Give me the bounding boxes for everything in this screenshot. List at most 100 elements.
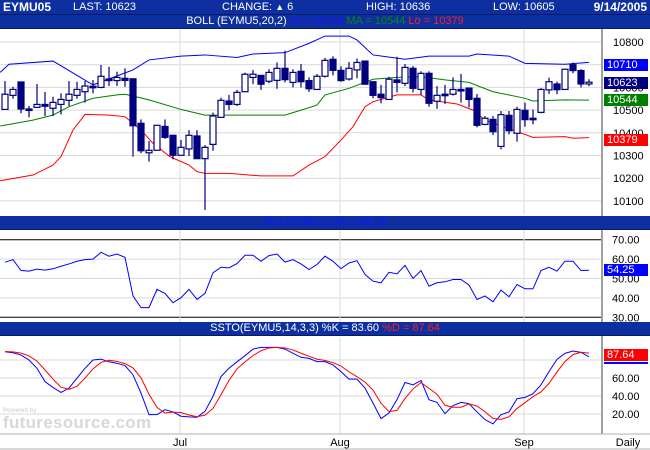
candle-up xyxy=(345,67,353,80)
candle-down xyxy=(369,81,377,96)
candle-up xyxy=(201,146,209,160)
candle-down xyxy=(425,72,433,104)
candle-down xyxy=(257,74,265,85)
candle-up xyxy=(177,146,185,156)
high-price: HIGH: 10636 xyxy=(366,1,431,13)
price-tick-label: 10100 xyxy=(613,196,644,208)
boll-hi: Hi = 10710 xyxy=(289,15,344,27)
candle-up xyxy=(513,108,521,134)
candle-up xyxy=(73,88,81,96)
price-tick-label: 10300 xyxy=(613,151,644,163)
candle-down xyxy=(193,135,201,160)
candle-up xyxy=(481,117,489,126)
candle-down xyxy=(409,67,417,89)
candle-down xyxy=(225,100,233,106)
candle-down xyxy=(169,134,177,156)
candle-up xyxy=(65,93,73,101)
quote-header: EYMU05 LAST: 10623 CHANGE: ▲ 6 HIGH: 106… xyxy=(0,0,650,15)
symbol: EYMU05 xyxy=(3,0,52,14)
candle-up xyxy=(33,103,41,108)
ssto-title-bar: SSTO(EYMU5,14,3,3) %K = 83.60 %D = 87.64 xyxy=(0,322,650,336)
candle-up xyxy=(113,76,121,82)
badge-last: 10623 xyxy=(604,77,648,89)
ssto-tick-label: 40.00 xyxy=(612,391,640,403)
rsi-line xyxy=(4,251,590,309)
month-label-aug: Aug xyxy=(330,437,350,449)
price-tick-label: 10500 xyxy=(613,105,644,117)
period-label: Daily xyxy=(616,437,641,449)
rsi-title: RSI (EYMU5,14) = 54.25 xyxy=(264,216,386,228)
candle-up xyxy=(289,71,297,84)
candle-down xyxy=(89,85,97,89)
candle-down xyxy=(129,78,137,127)
candle-up xyxy=(97,75,105,89)
candle-down xyxy=(577,70,585,85)
candle-down xyxy=(337,69,345,82)
candle-down xyxy=(377,93,385,99)
candle-down xyxy=(393,79,401,84)
candle-down xyxy=(25,108,33,112)
candle-up xyxy=(265,71,273,82)
candle-up xyxy=(321,59,329,77)
candle-up xyxy=(537,88,545,113)
candle-up xyxy=(209,115,217,145)
candle-down xyxy=(281,67,289,81)
badge-ssto-d: 87.64 xyxy=(604,349,648,361)
candle-up xyxy=(9,88,17,96)
candle-up xyxy=(233,91,241,106)
candle-up xyxy=(153,124,161,151)
candle-up xyxy=(81,85,89,93)
rsi-tick-label: 70.00 xyxy=(612,235,640,247)
boll-ma: MA = 10544 xyxy=(346,15,406,27)
candle-down xyxy=(17,81,25,110)
candle-down xyxy=(297,70,305,83)
triangle-up-icon: ▲ xyxy=(275,2,285,12)
quote-date: 9/14/2005 xyxy=(593,0,647,14)
candle-down xyxy=(121,77,129,81)
candle-up xyxy=(585,81,593,85)
boll-lo: Lo = 10379 xyxy=(408,15,464,27)
candle-up xyxy=(217,99,225,118)
candle-down xyxy=(441,93,449,97)
candle-down xyxy=(489,118,497,133)
candle-down xyxy=(329,58,337,71)
month-label-sep: Sep xyxy=(514,437,534,449)
watermark-brand: futuresource.com xyxy=(3,413,152,432)
candle-down xyxy=(529,117,537,121)
change-value: 6 xyxy=(287,1,294,13)
candle-down xyxy=(457,88,465,92)
badge-rsi: 54.25 xyxy=(604,264,648,276)
rsi-tick-label: 40.00 xyxy=(612,293,640,305)
candle-up xyxy=(241,73,249,93)
badge-boll-hi: 10710 xyxy=(604,59,648,71)
candle-up xyxy=(273,67,281,81)
candle-up xyxy=(57,98,65,106)
candle-up xyxy=(49,101,57,109)
candle-up xyxy=(417,72,425,91)
ssto-tick-label: 60.00 xyxy=(612,373,640,385)
candle-down xyxy=(361,60,369,85)
badge-boll-lo: 10379 xyxy=(604,134,648,146)
candle-down xyxy=(41,103,49,107)
candle-up xyxy=(401,66,409,84)
candle-down xyxy=(569,64,577,72)
ssto-d: %D = 87.64 xyxy=(382,322,440,334)
month-label-jul: Jul xyxy=(173,437,187,449)
change-label: CHANGE: xyxy=(222,1,273,13)
low-price: LOW: 10605 xyxy=(493,1,555,13)
ssto-title: SSTO(EYMU5,14,3,3) %K = 83.60 xyxy=(210,322,379,334)
candle-down xyxy=(473,97,481,126)
candle-up xyxy=(185,134,193,150)
badge-boll-ma: 10544 xyxy=(604,94,648,106)
candle-up xyxy=(313,75,321,91)
candle-up xyxy=(353,61,361,71)
price-tick-label: 10800 xyxy=(613,37,644,49)
candle-down xyxy=(305,79,313,90)
candle-up xyxy=(433,94,441,102)
candle-down xyxy=(137,122,145,152)
rsi-title-bar: RSI (EYMU5,14) = 54.25 xyxy=(0,216,650,230)
candle-up xyxy=(145,149,153,154)
boll-title: BOLL (EYMU5,20,2) xyxy=(186,15,287,27)
candle-down xyxy=(161,125,169,138)
candle-up xyxy=(1,93,9,111)
